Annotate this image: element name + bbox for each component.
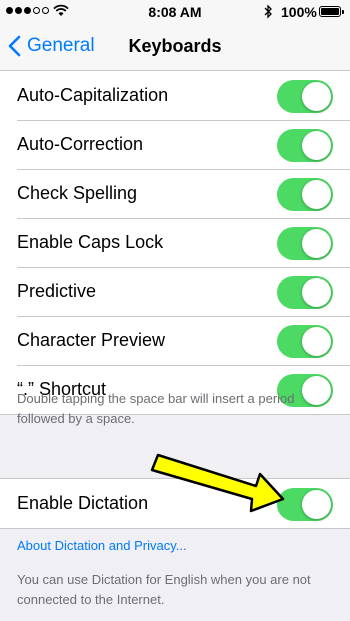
keyboard-settings-list: Auto-Capitalization Auto-Correction Chec… — [0, 71, 350, 415]
predictive-toggle[interactable] — [277, 275, 333, 309]
battery-percent: 100% — [281, 4, 317, 20]
enable-caps-lock-toggle[interactable] — [277, 226, 333, 260]
setting-row-enable-dictation: Enable Dictation — [0, 479, 350, 528]
shortcut-footer-text: Double tapping the space bar will insert… — [17, 391, 295, 426]
page-title: Keyboards — [128, 36, 222, 56]
setting-label: Auto-Correction — [17, 134, 144, 154]
setting-label: Enable Dictation — [17, 493, 149, 513]
bluetooth-icon — [264, 4, 272, 19]
character-preview-toggle[interactable] — [277, 324, 333, 358]
setting-label: Check Spelling — [17, 183, 138, 203]
setting-label: Auto-Capitalization — [17, 85, 169, 105]
battery-icon — [319, 6, 344, 17]
auto-correction-toggle[interactable] — [277, 128, 333, 162]
setting-label: Predictive — [17, 281, 97, 301]
setting-row-predictive: Predictive — [0, 267, 350, 316]
setting-row-enable-caps-lock: Enable Caps Lock — [0, 218, 350, 267]
setting-label: Character Preview — [17, 330, 166, 350]
dictation-footer-text: You can use Dictation for English when y… — [17, 572, 311, 607]
status-bar: 8:08 AM 100% — [0, 0, 350, 24]
setting-label: Enable Caps Lock — [17, 232, 164, 252]
navigation-bar: General Keyboards — [0, 24, 350, 71]
auto-capitalization-toggle[interactable] — [277, 79, 333, 113]
setting-row-auto-capitalization: Auto-Capitalization — [0, 71, 350, 120]
check-spelling-toggle[interactable] — [277, 177, 333, 211]
enable-dictation-toggle[interactable] — [277, 487, 333, 521]
setting-row-check-spelling: Check Spelling — [0, 169, 350, 218]
setting-row-character-preview: Character Preview — [0, 316, 350, 365]
setting-row-auto-correction: Auto-Correction — [0, 120, 350, 169]
about-dictation-privacy-link[interactable]: About Dictation and Privacy... — [17, 538, 187, 553]
dictation-settings-group: Enable Dictation — [0, 478, 350, 529]
